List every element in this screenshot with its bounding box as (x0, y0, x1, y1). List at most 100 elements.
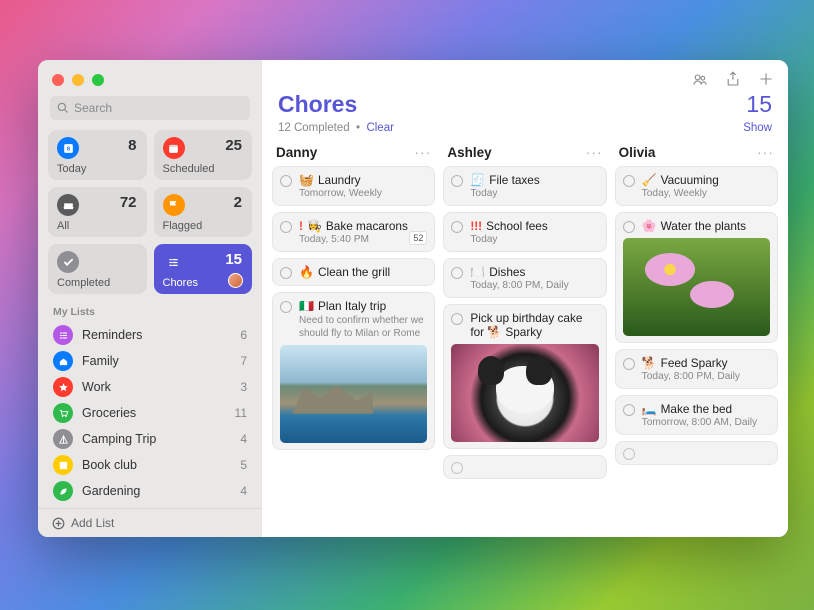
reminder-title: 🧺Laundry (299, 173, 427, 187)
list-icon (53, 325, 73, 345)
column-olivia: Olivia··· 🧹VacuumingToday, Weekly 🌸Water… (615, 142, 778, 537)
complete-toggle[interactable] (280, 301, 292, 313)
list-row-family[interactable]: Family 7 (38, 348, 262, 374)
reminder-item[interactable]: !👩‍🍳Bake macaronsToday, 5:40 PM52 (272, 212, 435, 252)
week-badge: 52 (409, 231, 427, 245)
reminder-subtitle: Today, 8:00 PM, Daily (470, 280, 598, 291)
new-reminder-placeholder[interactable] (615, 441, 778, 465)
smart-count: 25 (225, 137, 242, 154)
close-button[interactable] (52, 74, 64, 86)
clear-button[interactable]: Clear (366, 122, 393, 134)
list-row-reminders[interactable]: Reminders 6 (38, 322, 262, 348)
list-icon (163, 251, 185, 273)
reminder-title: 🇮🇹Plan Italy trip (299, 299, 427, 313)
list-count: 4 (240, 484, 247, 498)
list-row-camping-trip[interactable]: Camping Trip 4 (38, 426, 262, 452)
complete-toggle (623, 448, 635, 460)
smart-card-flagged[interactable]: 2 Flagged (154, 187, 253, 237)
sidebar: Search 8 8 Today 25 Scheduled 72 All 2 F… (38, 60, 262, 537)
column-danny: Danny··· 🧺LaundryTomorrow, Weekly !👩‍🍳Ba… (272, 142, 435, 537)
reminder-item[interactable]: Pick up birthday cake for 🐕 Sparky (443, 304, 606, 449)
search-input[interactable]: Search (50, 96, 250, 120)
house-icon (53, 351, 73, 371)
column-more-button[interactable]: ··· (586, 144, 603, 160)
list-name: Work (82, 380, 240, 394)
reminder-item[interactable]: 🔥Clean the grill (272, 258, 435, 286)
list-name: Reminders (82, 328, 240, 342)
smart-label: Today (57, 163, 86, 175)
smart-lists: 8 8 Today 25 Scheduled 72 All 2 Flagged … (38, 130, 262, 294)
reminder-photo (451, 344, 598, 442)
avatar (228, 273, 243, 288)
complete-toggle[interactable] (451, 175, 463, 187)
share-icon[interactable] (724, 70, 741, 87)
smart-card-chores[interactable]: 15 Chores (154, 244, 253, 294)
complete-toggle[interactable] (280, 221, 292, 233)
list-count: 11 (235, 406, 247, 420)
complete-toggle[interactable] (623, 404, 635, 416)
new-reminder-placeholder[interactable] (443, 455, 606, 479)
reminder-subtitle: Tomorrow, Weekly (299, 188, 427, 199)
list-name: Groceries (82, 406, 235, 420)
smart-card-today[interactable]: 8 8 Today (48, 130, 147, 180)
list-row-work[interactable]: Work 3 (38, 374, 262, 400)
add-list-label: Add List (71, 516, 114, 530)
list-row-gardening[interactable]: Gardening 4 (38, 478, 262, 504)
complete-toggle[interactable] (623, 221, 635, 233)
reminder-title: 🛏️Make the bed (642, 402, 770, 416)
list-count: 4 (240, 432, 247, 446)
complete-toggle[interactable] (451, 221, 463, 233)
list-name: Family (82, 354, 240, 368)
complete-toggle[interactable] (280, 267, 292, 279)
list-name: Gardening (82, 484, 240, 498)
reminder-subtitle: Today, Weekly (642, 188, 770, 199)
show-button[interactable]: Show (743, 122, 772, 134)
reminder-note: Need to confirm whether we should fly to… (299, 314, 427, 340)
reminder-item[interactable]: 🧺LaundryTomorrow, Weekly (272, 166, 435, 206)
complete-toggle[interactable] (623, 175, 635, 187)
smart-label: Flagged (163, 220, 203, 232)
add-list-button[interactable]: Add List (38, 508, 262, 537)
list-row-groceries[interactable]: Groceries 11 (38, 400, 262, 426)
my-lists-header: My Lists (38, 294, 262, 322)
columns: Danny··· 🧺LaundryTomorrow, Weekly !👩‍🍳Ba… (262, 142, 788, 537)
reminder-item[interactable]: 🇮🇹Plan Italy tripNeed to confirm whether… (272, 292, 435, 450)
column-more-button[interactable]: ··· (414, 144, 431, 160)
smart-card-all[interactable]: 72 All (48, 187, 147, 237)
reminder-item[interactable]: !!!School feesToday (443, 212, 606, 252)
list-count: 7 (240, 354, 247, 368)
reminder-photo (623, 238, 770, 336)
reminder-item[interactable]: 🌸Water the plants (615, 212, 778, 343)
smart-count: 72 (120, 194, 137, 211)
smart-card-scheduled[interactable]: 25 Scheduled (154, 130, 253, 180)
reminder-title: 🧾File taxes (470, 173, 598, 187)
reminder-subtitle: Today (470, 188, 598, 199)
complete-toggle[interactable] (623, 358, 635, 370)
reminder-item[interactable]: 🧾File taxesToday (443, 166, 606, 206)
minimize-button[interactable] (72, 74, 84, 86)
smart-label: All (57, 220, 69, 232)
list-header: Chores 15 (262, 91, 788, 118)
reminder-item[interactable]: 🐕Feed SparkyToday, 8:00 PM, Daily (615, 349, 778, 389)
tray-icon (57, 194, 79, 216)
add-icon[interactable] (757, 70, 774, 87)
list-row-book-club[interactable]: Book club 5 (38, 452, 262, 478)
reminder-item[interactable]: 🧹VacuumingToday, Weekly (615, 166, 778, 206)
complete-toggle[interactable] (451, 313, 463, 325)
my-lists: Reminders 6 Family 7 Work 3 Groceries 11… (38, 322, 262, 508)
reminder-item[interactable]: 🍽️DishesToday, 8:00 PM, Daily (443, 258, 606, 298)
reminder-title: 🧹Vacuuming (642, 173, 770, 187)
search-placeholder: Search (74, 101, 112, 115)
collaborate-icon[interactable] (691, 70, 708, 87)
reminder-item[interactable]: 🛏️Make the bedTomorrow, 8:00 AM, Daily (615, 395, 778, 435)
column-more-button[interactable]: ··· (757, 144, 774, 160)
cart-icon (53, 403, 73, 423)
complete-toggle[interactable] (451, 267, 463, 279)
reminder-subtitle: Today, 5:40 PM (299, 234, 427, 245)
complete-toggle[interactable] (280, 175, 292, 187)
column-ashley: Ashley··· 🧾File taxesToday !!!School fee… (443, 142, 606, 537)
reminder-subtitle: Tomorrow, 8:00 AM, Daily (642, 417, 770, 428)
smart-card-completed[interactable]: Completed (48, 244, 147, 294)
flag-icon (163, 194, 185, 216)
zoom-button[interactable] (92, 74, 104, 86)
